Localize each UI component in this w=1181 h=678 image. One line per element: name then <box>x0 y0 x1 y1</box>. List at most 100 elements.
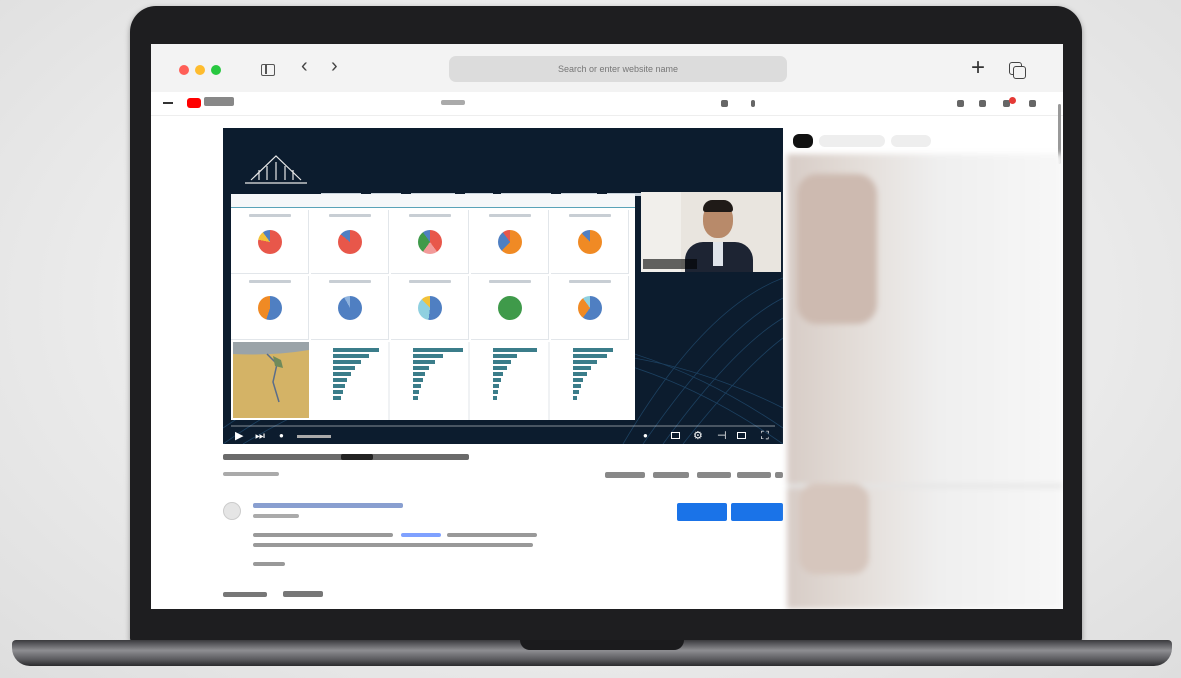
pie-chart <box>258 230 282 254</box>
pie-chart-cell <box>551 276 629 340</box>
minimize-window-button[interactable] <box>195 65 205 75</box>
description-line <box>253 533 393 537</box>
pie-chart-cell <box>231 276 309 340</box>
video-title-highlight <box>341 454 373 460</box>
time-display <box>297 435 331 438</box>
video-progress-bar[interactable] <box>231 425 775 427</box>
forward-icon[interactable]: › <box>331 56 338 76</box>
account-icon[interactable] <box>1029 100 1036 107</box>
more-actions-button[interactable] <box>775 472 783 478</box>
maximize-window-button[interactable] <box>211 65 221 75</box>
search-icon[interactable] <box>721 100 728 107</box>
chart-label <box>409 214 451 217</box>
sidebar-icon[interactable] <box>261 64 275 76</box>
description-line <box>253 543 533 547</box>
menu-icon[interactable] <box>163 102 173 104</box>
dashboard-slide <box>231 194 635 420</box>
chart-label <box>569 214 611 217</box>
miniplayer-icon[interactable]: ⊣ <box>717 431 727 442</box>
create-icon[interactable] <box>957 100 964 107</box>
laptop-notch <box>520 640 684 650</box>
subtitles-icon[interactable] <box>671 432 680 439</box>
video-player[interactable]: ▶ ⏭ ● ● ⚙ ⊣ ⛶ <box>223 128 783 444</box>
map-shape <box>233 342 309 418</box>
filter-chip[interactable] <box>891 135 931 147</box>
search-placeholder <box>441 100 465 105</box>
chart-label <box>409 280 451 283</box>
sort-comments-button[interactable] <box>283 591 323 597</box>
presenter-name-tag <box>643 259 697 269</box>
pie-chart <box>498 296 522 320</box>
laptop-screen: ‹ › Search or enter website name + ▶ ⏭ ●… <box>151 44 1063 609</box>
map-panel <box>233 342 309 418</box>
browser-toolbar: ‹ › Search or enter website name + <box>151 44 1063 92</box>
pie-chart-cell <box>311 276 389 340</box>
pie-chart <box>578 296 602 320</box>
chart-label <box>249 280 291 283</box>
pie-chart-cell <box>471 210 549 274</box>
join-button[interactable] <box>677 503 727 521</box>
description-line <box>447 533 537 537</box>
dislike-button[interactable] <box>653 472 689 478</box>
chart-label <box>569 280 611 283</box>
volume-icon[interactable]: ● <box>279 431 284 441</box>
tabs-overview-icon-front <box>1013 66 1026 79</box>
youtube-wordmark <box>204 97 234 106</box>
show-more-link[interactable] <box>253 562 285 566</box>
pie-chart-cell <box>471 276 549 340</box>
close-window-button[interactable] <box>179 65 189 75</box>
pie-chart-cell <box>391 276 469 340</box>
bar-chart-panels <box>333 342 613 420</box>
autoplay-toggle[interactable]: ● <box>643 431 648 441</box>
presenter-shirt <box>713 242 723 266</box>
notification-badge <box>1009 97 1016 104</box>
recommendation-thumbnail[interactable] <box>797 174 877 324</box>
chart-label <box>249 214 291 217</box>
chart-label <box>329 280 371 283</box>
like-button[interactable] <box>605 472 645 478</box>
pie-chart-cell <box>231 210 309 274</box>
filter-chip[interactable] <box>819 135 885 147</box>
theater-mode-icon[interactable] <box>737 432 746 439</box>
description-link[interactable] <box>401 533 441 537</box>
youtube-header <box>151 92 1063 116</box>
pie-chart-cell <box>311 210 389 274</box>
channel-name[interactable] <box>253 503 403 508</box>
channel-avatar[interactable] <box>223 502 241 520</box>
recommendations-sidebar[interactable] <box>787 154 1063 609</box>
share-button[interactable] <box>697 472 731 478</box>
dashboard-filter-bar <box>231 194 635 208</box>
next-icon[interactable]: ⏭ <box>255 431 265 442</box>
back-icon[interactable]: ‹ <box>301 56 308 76</box>
mic-icon[interactable] <box>751 100 755 107</box>
apps-icon[interactable] <box>979 100 986 107</box>
fullscreen-icon[interactable]: ⛶ <box>761 431 769 442</box>
channel-subscribers <box>253 514 299 518</box>
comments-count <box>223 592 267 597</box>
sidebar-icon-divider <box>265 65 267 74</box>
pie-chart-cell <box>551 210 629 274</box>
settings-icon[interactable]: ⚙ <box>693 431 703 442</box>
presenter-hair <box>703 200 733 212</box>
pie-chart <box>418 230 442 254</box>
pie-chart <box>338 230 362 254</box>
new-tab-icon[interactable]: + <box>971 56 985 80</box>
address-bar-placeholder: Search or enter website name <box>557 64 679 74</box>
pie-chart <box>258 296 282 320</box>
address-bar[interactable]: Search or enter website name <box>449 56 787 82</box>
filter-chip-all[interactable] <box>793 134 813 148</box>
youtube-logo-icon[interactable] <box>187 98 201 108</box>
pie-chart <box>338 296 362 320</box>
pie-chart <box>498 230 522 254</box>
presenter-webcam <box>641 192 781 272</box>
search-input[interactable] <box>441 96 741 112</box>
recommendation-thumbnail[interactable] <box>799 484 869 574</box>
subscribe-button[interactable] <box>731 503 783 521</box>
pie-chart <box>418 296 442 320</box>
chart-label <box>489 214 531 217</box>
chart-label <box>489 280 531 283</box>
play-icon[interactable]: ▶ <box>235 431 243 442</box>
save-button[interactable] <box>737 472 771 478</box>
video-meta <box>223 472 279 476</box>
chart-label <box>329 214 371 217</box>
